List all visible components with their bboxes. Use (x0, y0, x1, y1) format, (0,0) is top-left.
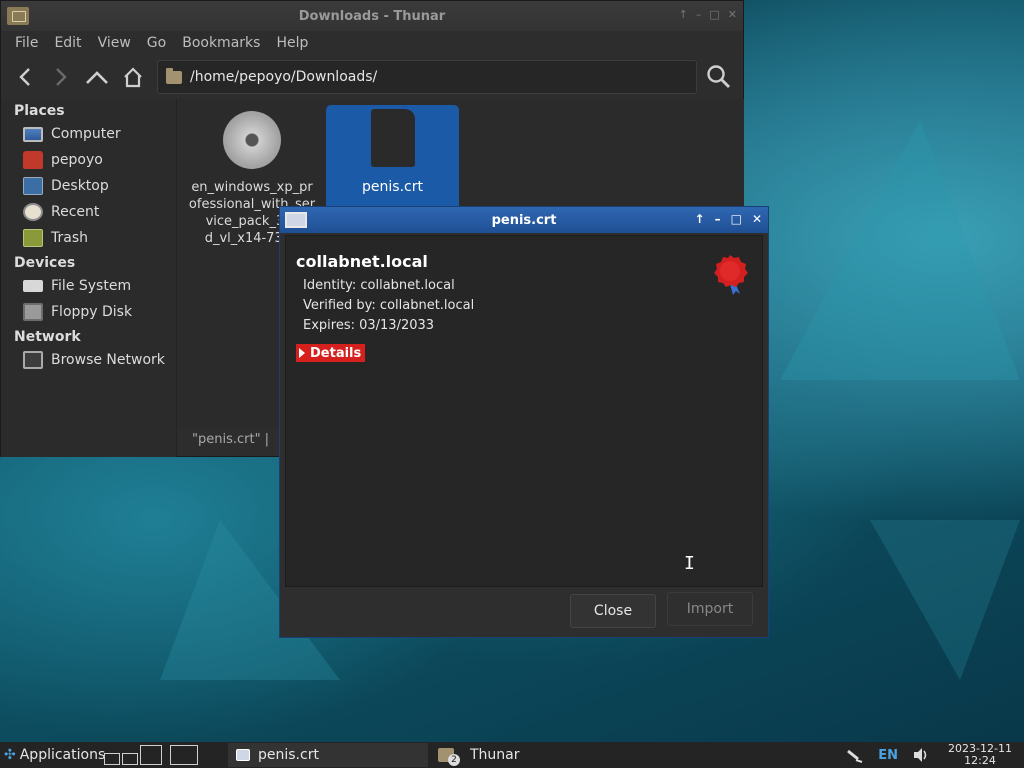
taskbar: ✣ Applications penis.crt 2 Thunar EN 202… (0, 742, 1024, 768)
devices-header: Devices (14, 255, 76, 271)
task-penis-crt[interactable]: penis.crt (228, 743, 428, 767)
minimize-icon[interactable]: – (715, 212, 721, 226)
search-icon[interactable] (701, 59, 737, 95)
disc-icon (223, 111, 281, 169)
sidebar-item-file-system[interactable]: File System (1, 273, 176, 299)
menubar: File Edit View Go Bookmarks Help (1, 31, 743, 55)
sidebar-item-floppy-disk[interactable]: Floppy Disk (1, 299, 176, 325)
home-icon (23, 151, 43, 169)
menu-file[interactable]: File (7, 35, 46, 51)
close-button[interactable]: Close (570, 594, 656, 628)
close-icon[interactable]: ✕ (752, 212, 762, 226)
identity-text: Identity: collabnet.local (303, 278, 455, 293)
document-icon (370, 109, 415, 167)
expander-arrow-icon (299, 348, 305, 358)
sidebar: Places Computer pepoyo Desktop Recent Tr… (1, 99, 177, 457)
sidebar-item-recent[interactable]: Recent (1, 199, 176, 225)
sidebar-item-desktop[interactable]: Desktop (1, 173, 176, 199)
menu-edit[interactable]: Edit (46, 35, 89, 51)
volume-icon[interactable] (912, 747, 930, 763)
system-tray: EN 2023-12-11 12:24 (846, 742, 1024, 768)
parent-folder-icon[interactable] (79, 59, 115, 95)
floppy-icon (23, 303, 43, 321)
window-count-badge: 2 (448, 754, 460, 766)
window-icon (236, 749, 250, 761)
sidebar-item-trash[interactable]: Trash (1, 225, 176, 251)
location-bar[interactable]: /home/pepoyo/Downloads/ (157, 60, 697, 94)
home-icon[interactable] (115, 59, 151, 95)
expires-text: Expires: 03/13/2033 (303, 318, 435, 333)
trash-icon (23, 229, 43, 247)
details-expander[interactable]: Details (296, 344, 366, 362)
network-icon[interactable] (846, 747, 864, 763)
computer-icon (23, 126, 43, 142)
verified-by-text: Verified by: collabnet.local (303, 298, 475, 313)
workspace-1[interactable] (104, 753, 120, 765)
back-icon[interactable] (7, 59, 43, 95)
dialog-titlebar[interactable]: penis.crt ↑ – □ ✕ (280, 207, 768, 233)
sidebar-item-computer[interactable]: Computer (1, 121, 176, 147)
clock-time: 12:24 (964, 754, 996, 767)
thunar-titlebar[interactable]: Downloads - Thunar ↑ – □ ✕ (1, 1, 743, 31)
places-header: Places (14, 103, 65, 119)
menu-view[interactable]: View (90, 35, 139, 51)
certificate-dialog: penis.crt ↑ – □ ✕ collabnet.local Identi… (279, 206, 769, 638)
sidebar-item-pepoyo[interactable]: pepoyo (1, 147, 176, 173)
file-item-crt[interactable]: penis.crt (326, 105, 459, 215)
certificate-panel: collabnet.local Identity: collabnet.loca… (285, 235, 763, 587)
network-icon (23, 351, 43, 369)
clock[interactable]: 2023-12-11 12:24 (944, 743, 1016, 767)
keep-above-icon[interactable]: ↑ (695, 212, 705, 226)
desktop-icon (23, 177, 43, 195)
network-header: Network (14, 329, 81, 345)
certificate-seal-icon (714, 255, 748, 295)
file-name: penis.crt (362, 179, 423, 195)
folder-icon (166, 67, 182, 84)
menu-help[interactable]: Help (268, 35, 316, 51)
menu-go[interactable]: Go (139, 35, 174, 51)
toolbar: /home/pepoyo/Downloads/ (1, 55, 743, 99)
applications-menu[interactable]: ✣ Applications (0, 747, 105, 763)
workspace-2[interactable] (122, 753, 138, 765)
sidebar-item-browse-network[interactable]: Browse Network (1, 347, 176, 373)
keep-above-icon[interactable]: ↑ (679, 8, 688, 21)
maximize-icon[interactable]: □ (709, 8, 719, 21)
show-desktop-icon[interactable] (170, 745, 198, 765)
task-thunar[interactable]: 2 Thunar (430, 743, 626, 767)
forward-icon[interactable] (43, 59, 79, 95)
window-title: Downloads - Thunar (298, 8, 446, 24)
maximize-icon[interactable]: □ (731, 212, 742, 226)
import-button[interactable]: Import (667, 592, 753, 626)
minimize-icon[interactable]: – (696, 8, 702, 21)
certificate-name: collabnet.local (296, 252, 428, 271)
keyboard-layout[interactable]: EN (878, 748, 898, 763)
close-icon[interactable]: ✕ (728, 8, 737, 21)
filesystem-icon (23, 280, 43, 292)
menu-bookmarks[interactable]: Bookmarks (174, 35, 268, 51)
applications-icon: ✣ (4, 747, 16, 763)
recent-icon (23, 203, 43, 221)
location-path: /home/pepoyo/Downloads/ (190, 69, 378, 85)
workspace-3[interactable] (140, 745, 162, 765)
workspace-switcher[interactable] (104, 745, 200, 765)
text-cursor-icon: I (684, 553, 695, 574)
